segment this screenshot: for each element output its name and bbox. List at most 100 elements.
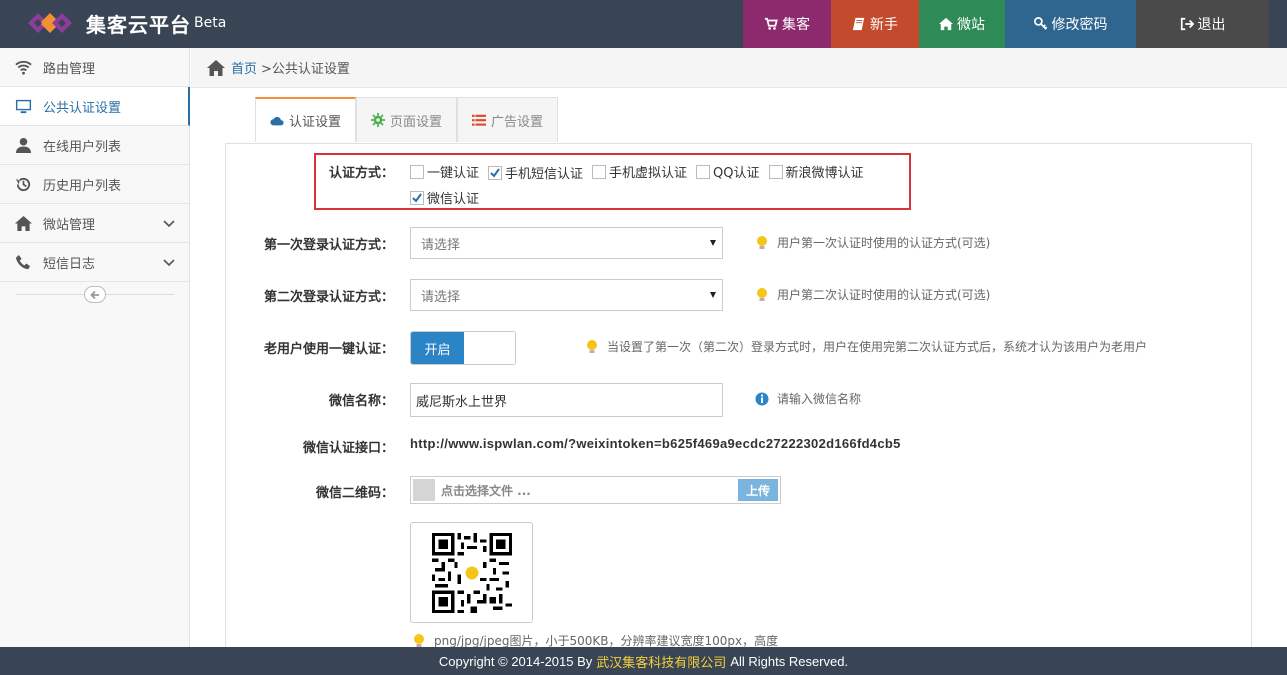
auth-method-options: 一键认证 手机短信认证 手机虚拟认证 QQ认证 新浪微博认证 — [410, 162, 905, 183]
home-icon — [939, 17, 953, 31]
checkbox-checked[interactable] — [488, 165, 503, 180]
sidebar-item-public-auth[interactable]: 公共认证设置 — [0, 87, 190, 126]
qr-code-image — [432, 533, 512, 613]
checkbox-checked[interactable] — [410, 190, 424, 205]
sidebar: 路由管理 公共认证设置 在线用户列表 历史用户列表 微站管理 短信日志 — [0, 48, 190, 647]
select-placeholder: 请选择 — [421, 289, 461, 305]
toggle-on-label: 开启 — [411, 332, 464, 364]
list-icon — [472, 114, 487, 126]
wechat-qr-preview — [410, 522, 533, 623]
book-icon — [852, 17, 865, 31]
tab-label: 广告设置 — [491, 114, 544, 130]
checkbox[interactable] — [696, 164, 711, 179]
breadcrumb-home-link[interactable]: 首页 — [231, 58, 257, 77]
phone-icon — [14, 253, 32, 271]
wechat-api-label: 微信认证接口： — [302, 441, 394, 456]
old-user-toggle[interactable]: 开启 — [410, 331, 516, 365]
hint-text: 用户第二次认证时使用的认证方式(可选) — [777, 288, 991, 302]
tab-auth-settings[interactable]: 认证设置 — [255, 97, 357, 142]
auth-method-label: 认证方式： — [328, 166, 394, 181]
sidebar-item-label: 路由管理 — [43, 61, 96, 77]
hint-text: 当设置了第一次（第二次）登录方式时，用户在使用完第二次认证方式后，系统才认为该用… — [607, 340, 1148, 354]
signout-icon — [1180, 17, 1194, 31]
key-icon — [1033, 17, 1047, 30]
auth-option-virtual-phone[interactable]: 手机虚拟认证 — [592, 162, 687, 181]
tab-ad-settings[interactable]: 广告设置 — [457, 97, 559, 142]
nav-jike-label: 集客 — [782, 17, 810, 33]
sidebar-item-label: 历史用户列表 — [43, 178, 122, 194]
sidebar-item-label: 微站管理 — [43, 217, 96, 233]
nav-logout-label: 退出 — [1197, 17, 1226, 33]
auth-option-weibo[interactable]: 新浪微博认证 — [768, 162, 864, 181]
check-icon — [490, 167, 500, 178]
nav-change-password-button[interactable]: 修改密码 — [1005, 0, 1136, 48]
old-user-hint: 当设置了第一次（第二次）登录方式时，用户在使用完第二次认证方式后，系统才认为该用… — [585, 338, 1147, 355]
hint-text: 请输入微信名称 — [777, 392, 862, 406]
cloud-icon — [270, 116, 284, 125]
sidebar-item-router[interactable]: 路由管理 — [0, 48, 189, 87]
history-icon — [14, 175, 32, 193]
wechat-api-url: http://www.ispwlan.com/?weixintoken=b625… — [410, 436, 901, 451]
wechat-name-input[interactable] — [410, 383, 723, 417]
second-login-label: 第二次登录认证方式： — [263, 290, 394, 305]
checkbox[interactable] — [410, 164, 424, 179]
breadcrumb-current: >公共认证设置 — [261, 62, 350, 77]
old-user-label: 老用户使用一键认证： — [263, 342, 394, 357]
arrow-left-icon — [90, 290, 99, 299]
info-icon — [755, 392, 769, 405]
sidebar-item-online-users[interactable]: 在线用户列表 — [0, 126, 189, 165]
second-login-hint: 用户第二次认证时使用的认证方式(可选) — [755, 286, 990, 303]
sidebar-item-label: 在线用户列表 — [43, 139, 122, 155]
file-preview-placeholder — [413, 479, 435, 501]
hint-text: 用户第一次认证时使用的认证方式(可选) — [777, 236, 991, 250]
sidebar-item-label: 公共认证设置 — [43, 100, 122, 116]
checkbox[interactable] — [768, 164, 783, 179]
chevron-down-icon — [163, 220, 175, 228]
wechat-qr-file-input[interactable]: 点击选择文件 ... 上传 — [410, 476, 781, 504]
checkbox-label: 一键认证 — [427, 166, 480, 181]
monitor-icon — [14, 97, 32, 115]
gear-icon — [371, 113, 386, 127]
footer-company: 武汉集客科技有限公司 — [596, 654, 727, 670]
nav-jike-button[interactable]: 集客 — [743, 0, 831, 48]
auth-option-qq[interactable]: QQ认证 — [696, 162, 760, 181]
sidebar-item-microsite[interactable]: 微站管理 — [0, 204, 189, 243]
top-navbar: 集客云平台 Beta 集客 新手 微站 修改密码 退出 — [0, 0, 1287, 48]
caret-down-icon — [710, 292, 716, 298]
checkbox-label: 新浪微博认证 — [785, 166, 864, 181]
auth-option-one-click[interactable]: 一键认证 — [410, 162, 479, 181]
cart-icon — [764, 17, 778, 30]
checkbox-label: 手机短信认证 — [505, 167, 584, 182]
nav-microsite-label: 微站 — [957, 17, 985, 33]
wechat-name-label: 微信名称： — [328, 394, 394, 409]
nav-microsite-button[interactable]: 微站 — [919, 0, 1005, 48]
home-icon — [207, 59, 225, 76]
home-icon — [14, 214, 32, 232]
auth-option-wechat[interactable]: 微信认证 — [410, 188, 479, 207]
user-icon — [14, 136, 32, 154]
first-login-select[interactable]: 请选择 — [410, 227, 723, 259]
caret-down-icon — [710, 240, 716, 246]
tab-page-settings[interactable]: 页面设置 — [356, 97, 458, 142]
nav-newbie-label: 新手 — [870, 17, 898, 33]
sidebar-item-sms-log[interactable]: 短信日志 — [0, 243, 189, 282]
file-placeholder: 点击选择文件 ... — [441, 484, 531, 498]
settings-tabs: 认证设置 页面设置 广告设置 — [255, 97, 559, 142]
first-login-hint: 用户第一次认证时使用的认证方式(可选) — [755, 234, 990, 251]
sidebar-collapse-button[interactable] — [84, 286, 106, 303]
lightbulb-icon — [757, 235, 767, 249]
brand-beta: Beta — [194, 15, 227, 31]
select-placeholder: 请选择 — [421, 237, 461, 253]
upload-button[interactable]: 上传 — [738, 479, 778, 501]
nav-logout-button[interactable]: 退出 — [1136, 0, 1269, 48]
footer-rights: All Rights Reserved. — [730, 653, 849, 669]
checkbox-label: QQ认证 — [713, 166, 760, 181]
nav-newbie-button[interactable]: 新手 — [831, 0, 919, 48]
sidebar-item-label: 短信日志 — [43, 256, 96, 272]
checkbox[interactable] — [592, 164, 607, 179]
second-login-select[interactable]: 请选择 — [410, 279, 723, 311]
sidebar-item-history-users[interactable]: 历史用户列表 — [0, 165, 189, 204]
auth-option-sms[interactable]: 手机短信认证 — [488, 163, 583, 182]
wifi-icon — [14, 58, 32, 76]
logo-icon — [28, 13, 72, 33]
